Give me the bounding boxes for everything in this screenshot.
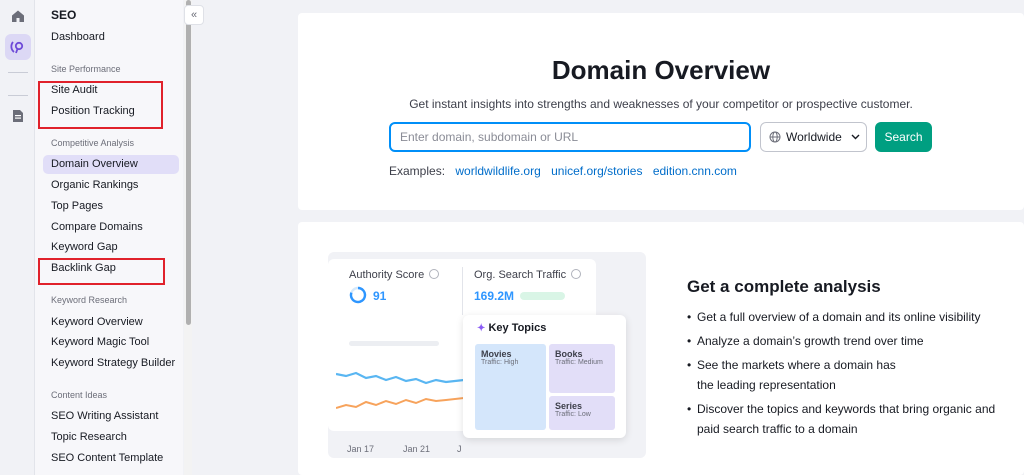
feature-bullet: See the markets where a domain has the l… xyxy=(687,355,1017,395)
icon-rail xyxy=(0,0,35,475)
chevron-down-icon xyxy=(851,134,860,140)
sidebar: SEO Dashboard Site Performance Site Audi… xyxy=(35,0,183,475)
analysis-heading: Get a complete analysis xyxy=(687,277,881,296)
trend-line-blue xyxy=(336,371,464,385)
document-icon[interactable] xyxy=(5,103,31,129)
sidebar-item-keyword-strategy-builder[interactable]: Keyword Strategy Builder xyxy=(43,354,179,373)
topic-name: Movies xyxy=(481,349,512,359)
sidebar-group-keyword-research: Keyword Research xyxy=(51,295,128,305)
key-topics-title: ✦ Key Topics xyxy=(477,322,547,334)
analysis-card: Authority Score 91 Org. Search Traffic 1… xyxy=(298,222,1024,475)
topic-tile-books: Books Traffic: Medium xyxy=(549,344,615,393)
traffic-trend-pill xyxy=(520,292,565,300)
sidebar-item-keyword-gap[interactable]: Keyword Gap xyxy=(43,238,179,257)
sidebar-group-competitive-analysis: Competitive Analysis xyxy=(51,138,135,148)
info-icon xyxy=(429,269,440,279)
rail-divider xyxy=(8,72,28,73)
examples-row: Examples: worldwildlife.org unicef.org/s… xyxy=(389,164,737,178)
trend-line-orange xyxy=(336,397,464,409)
chevrons-left-icon: « xyxy=(190,9,198,21)
authority-score-value: 91 xyxy=(373,289,387,303)
sidebar-item-domain-overview[interactable]: Domain Overview xyxy=(43,155,179,174)
key-topics-card: ✦ Key Topics Movies Traffic: High Books … xyxy=(463,315,626,438)
trend-lines-chart xyxy=(336,371,464,409)
domain-search-input[interactable] xyxy=(389,122,751,152)
date-label: J xyxy=(457,444,462,454)
highlight-box xyxy=(38,81,163,129)
topic-traffic: Traffic: Medium xyxy=(555,359,603,366)
topic-name: Books xyxy=(555,349,583,359)
topic-tile-series: Series Traffic: Low xyxy=(549,396,615,430)
topic-tile-movies: Movies Traffic: High xyxy=(475,344,546,430)
rail-divider xyxy=(8,95,28,96)
sidebar-scrollbar-thumb[interactable] xyxy=(186,0,191,325)
search-button[interactable]: Search xyxy=(875,122,932,152)
sidebar-item-organic-rankings[interactable]: Organic Rankings xyxy=(43,176,179,195)
feature-bullet: Discover the topics and keywords that br… xyxy=(687,399,1017,439)
org-search-traffic-label: Org. Search Traffic xyxy=(474,269,582,281)
date-label: Jan 21 xyxy=(403,444,431,454)
collapse-sidebar-button[interactable]: « xyxy=(184,5,204,25)
sidebar-item-top-pages[interactable]: Top Pages xyxy=(43,197,179,216)
seo-toolkit-icon[interactable] xyxy=(5,34,31,60)
topic-name: Series xyxy=(555,401,583,411)
sidebar-title: SEO xyxy=(51,8,77,22)
example-link[interactable]: edition.cnn.com xyxy=(653,164,737,178)
page-title: Domain Overview xyxy=(551,55,771,85)
example-link[interactable]: unicef.org/stories xyxy=(551,164,642,178)
sidebar-item-keyword-overview[interactable]: Keyword Overview xyxy=(43,313,179,332)
sidebar-group-content-ideas: Content Ideas xyxy=(51,390,108,400)
feature-bullet: Analyze a domain’s growth trend over tim… xyxy=(687,331,1017,351)
highlight-box xyxy=(38,258,165,285)
sidebar-item-seo-content-template[interactable]: SEO Content Template xyxy=(43,449,179,468)
org-search-traffic-value: 169.2M xyxy=(474,289,515,303)
globe-icon xyxy=(769,131,781,143)
sidebar-item-dashboard[interactable]: Dashboard xyxy=(43,28,179,47)
examples-label: Examples: xyxy=(389,164,446,178)
sidebar-item-keyword-magic-tool[interactable]: Keyword Magic Tool xyxy=(43,333,179,352)
placeholder-bar xyxy=(349,341,439,346)
analysis-feature-list: Get a full overview of a domain and its … xyxy=(687,307,1017,443)
region-select-value: Worldwide xyxy=(786,130,842,144)
page-subtitle: Get instant insights into strengths and … xyxy=(409,97,913,111)
topic-traffic: Traffic: Low xyxy=(555,411,591,418)
feature-bullet: Get a full overview of a domain and its … xyxy=(687,307,1017,327)
analysis-illustration: Authority Score 91 Org. Search Traffic 1… xyxy=(328,252,646,458)
sparkle-icon: ✦ xyxy=(477,323,486,334)
domain-overview-search-card: Domain Overview Get instant insights int… xyxy=(298,13,1024,210)
topic-traffic: Traffic: High xyxy=(481,359,519,366)
authority-score-ring xyxy=(349,286,367,304)
sidebar-item-compare-domains[interactable]: Compare Domains xyxy=(43,218,179,237)
metrics-divider xyxy=(462,267,463,315)
sidebar-item-topic-research[interactable]: Topic Research xyxy=(43,428,179,447)
date-label: Jan 17 xyxy=(347,444,375,454)
example-link[interactable]: worldwildlife.org xyxy=(455,164,540,178)
sidebar-item-seo-writing-assistant[interactable]: SEO Writing Assistant xyxy=(43,407,179,426)
info-icon xyxy=(571,269,582,279)
home-icon[interactable] xyxy=(5,3,31,29)
region-select[interactable]: Worldwide xyxy=(760,122,867,152)
authority-score-label: Authority Score xyxy=(349,269,440,281)
sidebar-group-site-performance: Site Performance xyxy=(51,64,121,74)
